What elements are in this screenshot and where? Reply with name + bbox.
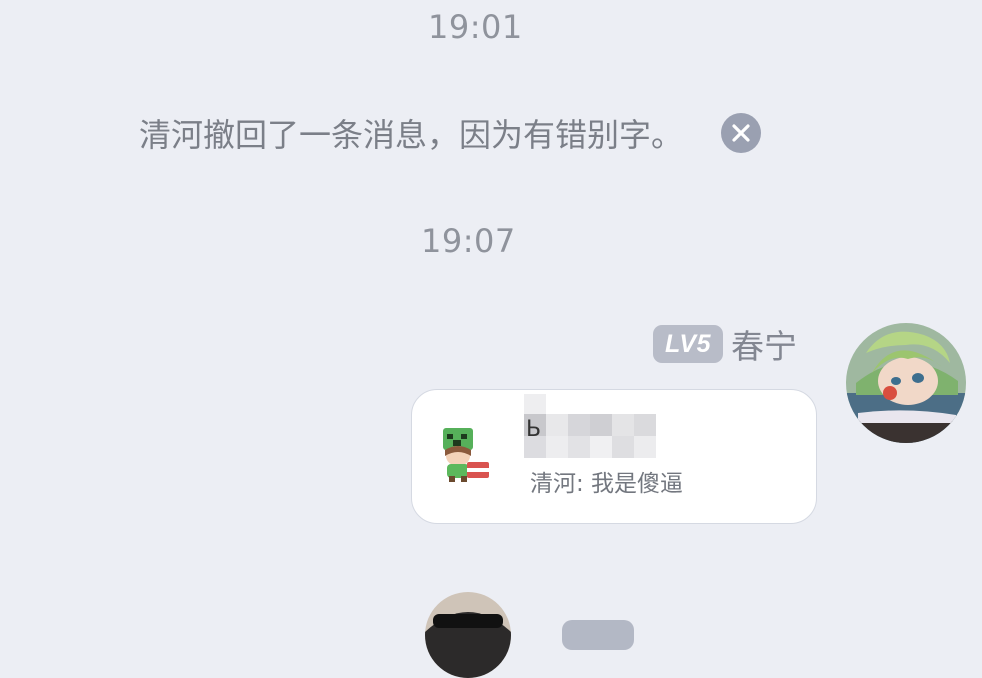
timestamp: 19:01	[428, 8, 523, 46]
avatar[interactable]	[425, 592, 511, 678]
recall-notice: 清河撤回了一条消息，因为有错别字。	[139, 116, 684, 154]
sender-name[interactable]: 春宁	[731, 320, 797, 368]
close-icon[interactable]	[721, 113, 762, 153]
sticker-icon	[433, 424, 495, 484]
level-badge	[562, 620, 634, 650]
level-badge: LV5	[653, 325, 723, 363]
avatar[interactable]	[846, 323, 966, 443]
message-preview: 清河: 我是傻逼	[530, 471, 684, 497]
sender-info: LV5 春宁	[653, 322, 797, 366]
timestamp: 19:07	[421, 222, 516, 260]
pixelated-title: Ь	[524, 392, 656, 458]
title-visible-char: Ь	[526, 417, 541, 442]
recall-notice-row: 清河撤回了一条消息，因为有错别字。	[139, 110, 762, 156]
